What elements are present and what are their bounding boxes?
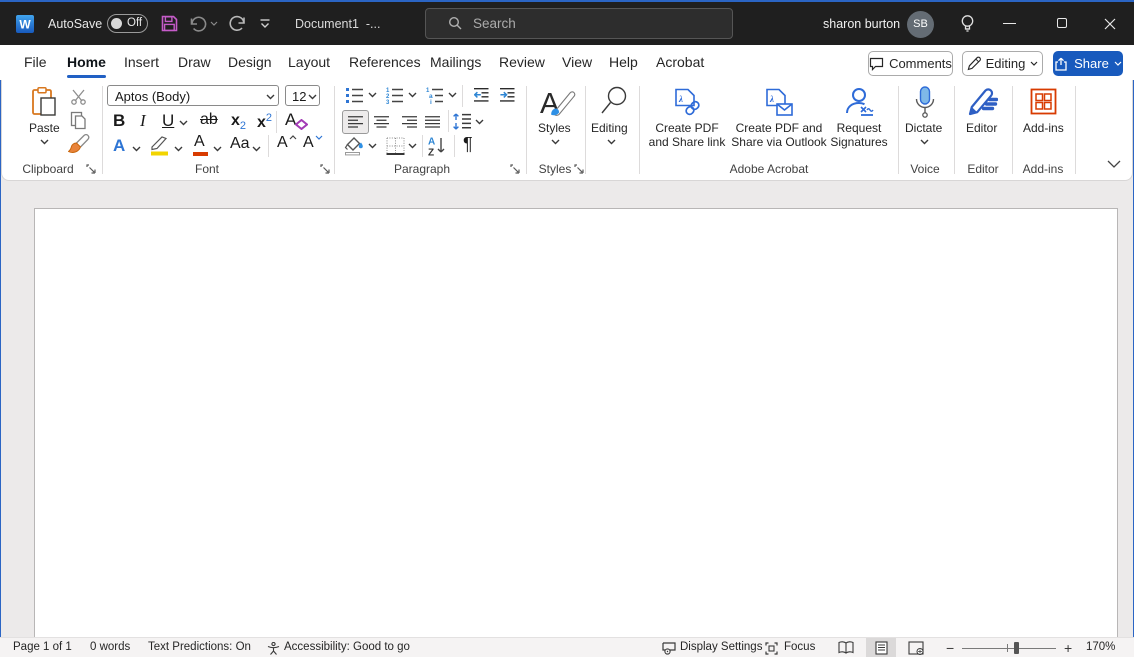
svg-text:λ: λ bbox=[678, 94, 683, 104]
svg-text:3: 3 bbox=[386, 100, 390, 104]
svg-text:Z: Z bbox=[428, 148, 434, 157]
svg-text:A: A bbox=[428, 137, 435, 148]
svg-text:i: i bbox=[430, 99, 432, 104]
svg-text:W: W bbox=[19, 18, 31, 32]
svg-text:λ: λ bbox=[769, 94, 774, 104]
